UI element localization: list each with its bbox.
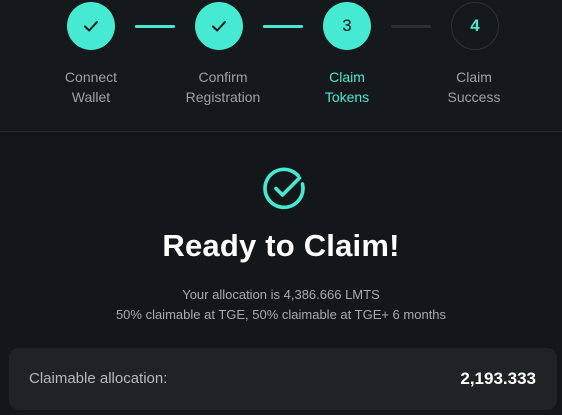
step-number: 4 [470, 16, 480, 35]
checkmark-icon [84, 21, 98, 32]
claimable-allocation-label: Claimable allocation: [29, 370, 168, 387]
step-connector-1 [135, 25, 175, 28]
step-label-claim-success: Claim Success [447, 69, 501, 105]
step-2-complete-indicator [195, 2, 243, 50]
vesting-schedule-text: 50% claimable at TGE, 50% claimable at T… [115, 307, 447, 322]
claimable-allocation-card: Claimable allocation: 2,193.333 [9, 348, 557, 410]
step-1-complete-indicator [67, 2, 115, 50]
claim-panel: Ready to Claim! Your allocation is 4,386… [0, 132, 562, 415]
step-connector-2 [263, 25, 303, 28]
allocation-text: Your allocation is 4,386.666 LMTS [182, 287, 380, 302]
checkmark-icon [212, 21, 226, 32]
step-label-confirm-registration: Confirm Registration [185, 69, 261, 105]
step-4-pending-indicator: 4 [451, 2, 499, 50]
page-title: Ready to Claim! [162, 228, 400, 263]
step-label-claim-tokens: Claim Tokens [324, 69, 370, 105]
check-circle-icon [263, 167, 305, 210]
claimable-allocation-value: 2,193.333 [460, 369, 536, 388]
progress-stepper: 3 4 Connect Wallet Confirm Registration … [0, 0, 562, 131]
step-label-connect-wallet: Connect Wallet [64, 69, 118, 105]
step-connector-3 [391, 25, 431, 28]
step-number: 3 [342, 16, 352, 35]
step-3-active-indicator: 3 [323, 2, 371, 50]
